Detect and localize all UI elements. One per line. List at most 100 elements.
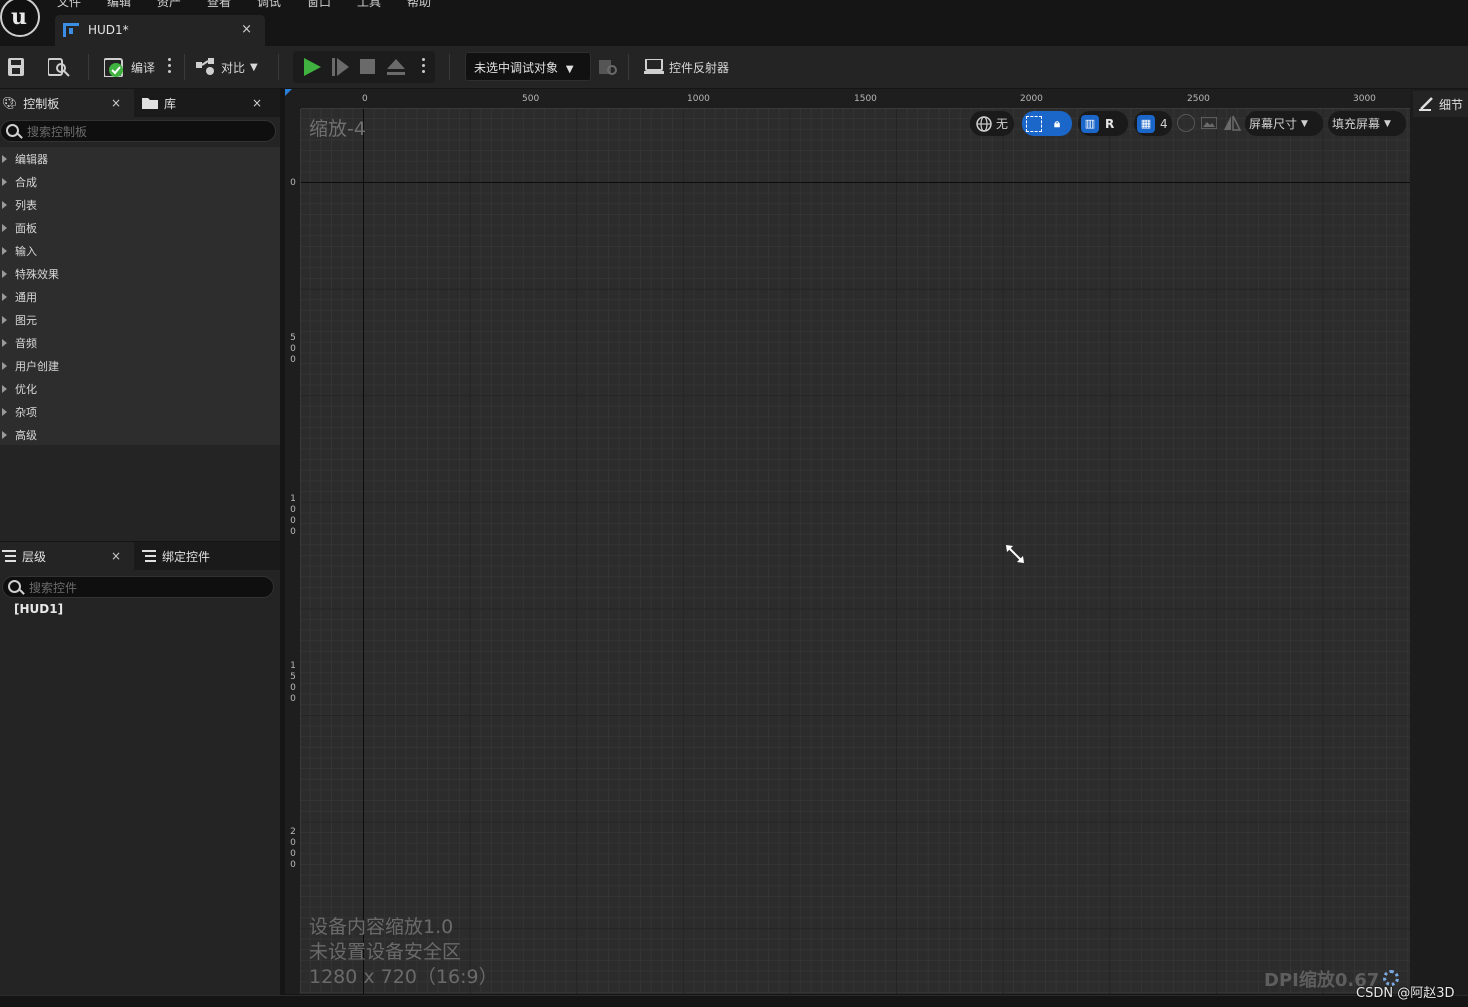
palette-category[interactable]: 高级 (0, 423, 280, 446)
category-label: 输入 (15, 244, 37, 258)
document-tab-close-icon[interactable]: × (241, 22, 252, 37)
palette-search-input[interactable]: 搜索控制板 (0, 120, 276, 142)
tab-bind-widgets[interactable]: 绑定控件 (136, 542, 280, 570)
palette-category[interactable]: 优化 (0, 377, 280, 400)
browse-asset-icon[interactable] (48, 57, 70, 77)
diff-button[interactable]: 对比 ▼ (196, 54, 258, 80)
pointer-outline-icon[interactable] (1177, 114, 1195, 132)
play-icon[interactable] (303, 58, 321, 76)
watermark: CSDN @阿赵3D (1356, 986, 1455, 1001)
origin-vertical-line (363, 109, 364, 994)
localization-preview-button[interactable]: 无 (970, 111, 1014, 136)
marquee-select-icon (1026, 115, 1042, 132)
palette-category[interactable]: 列表 (0, 193, 280, 216)
save-icon[interactable] (8, 58, 24, 76)
stop-icon[interactable] (360, 59, 376, 75)
palette-category[interactable]: 通用 (0, 285, 280, 308)
category-label: 通用 (15, 290, 37, 304)
hierarchy-root-item[interactable]: [HUD1] (14, 602, 63, 616)
zoom-level-label: 缩放-4 (309, 118, 366, 140)
menu-file[interactable]: 文件 (57, 0, 81, 10)
palette-category[interactable]: 图元 (0, 308, 280, 331)
widget-reflector-button[interactable]: 控件反射器 (644, 54, 729, 80)
compile-check-icon (104, 58, 123, 77)
widget-blueprint-icon (63, 23, 79, 37)
fill-screen-dropdown[interactable]: 填充屏幕 ▼ (1328, 111, 1406, 136)
expand-arrow-icon (2, 384, 7, 393)
compile-options-icon[interactable] (168, 58, 172, 76)
origin-horizontal-line (301, 182, 1410, 183)
library-tab-close-icon[interactable]: × (252, 96, 262, 110)
menu-edit[interactable]: 编辑 (107, 0, 131, 10)
expand-arrow-icon (2, 154, 7, 163)
ruler-label: 2500 (1187, 94, 1210, 104)
folder-icon (142, 98, 158, 109)
main-toolbar: 编译 对比 ▼ 未选中调试对象 ▼ 控件反射器 (0, 46, 1468, 88)
palette-category[interactable]: 特殊效果 (0, 262, 280, 285)
widget-reflector-icon (644, 59, 664, 74)
document-tab[interactable]: HUD1* × (55, 15, 265, 46)
ruler-label: 2000 (1020, 94, 1043, 104)
palette-category[interactable]: 编辑器 (0, 147, 280, 170)
grid-snap-toggle[interactable]: ▦ 4 (1134, 111, 1172, 136)
palette-category[interactable]: 合成 (0, 170, 280, 193)
palette-tab-strip: 🎨︎ 控制板 × 库 × (0, 89, 280, 117)
flip-icon[interactable] (1223, 115, 1241, 131)
palette-category[interactable]: 输入 (0, 239, 280, 262)
bind-widgets-icon (142, 550, 156, 562)
eject-icon[interactable] (387, 58, 405, 76)
hierarchy-tab-close-icon[interactable]: × (111, 549, 121, 563)
step-forward-icon[interactable] (331, 58, 349, 76)
palette-category[interactable]: 杂项 (0, 400, 280, 423)
debug-filter-icon[interactable] (599, 58, 617, 76)
menu-view[interactable]: 查看 (207, 0, 231, 10)
expand-arrow-icon (2, 246, 7, 255)
globe-icon (976, 115, 992, 132)
screen-size-dropdown[interactable]: 屏幕尺寸 ▼ (1245, 111, 1323, 136)
diff-label: 对比 (221, 60, 246, 75)
palette-category[interactable]: 音频 (0, 331, 280, 354)
menu-asset[interactable]: 资产 (157, 0, 181, 10)
palette-tab-label: 控制板 (23, 96, 60, 111)
resize-cursor-icon (1006, 545, 1024, 563)
layout-tools-toggle[interactable]: 🔒︎ (1022, 111, 1072, 136)
tab-details[interactable]: 细节 (1413, 91, 1468, 117)
details-tab-label: 细节 (1439, 97, 1464, 112)
category-label: 用户创建 (15, 359, 59, 373)
bind-widgets-tab-label: 绑定控件 (162, 549, 211, 564)
ruler-label: 1500 (290, 661, 296, 704)
category-label: 特殊效果 (15, 267, 59, 281)
hierarchy-search-input[interactable]: 搜索控件 (2, 576, 274, 598)
palette-tab-close-icon[interactable]: × (111, 96, 121, 110)
expand-arrow-icon (2, 223, 7, 232)
compile-button[interactable]: 编译 (104, 54, 155, 80)
hierarchy-search-placeholder: 搜索控件 (29, 581, 78, 595)
menu-tools[interactable]: 工具 (357, 0, 381, 10)
designer-grid[interactable] (301, 109, 1410, 994)
unreal-logo[interactable]: u (0, 0, 40, 37)
pencil-icon (1419, 97, 1433, 111)
respect-locks-toggle[interactable]: ▥ R (1078, 111, 1128, 136)
ruler-label: 500 (522, 94, 540, 104)
hierarchy-icon (2, 550, 16, 562)
play-options-icon[interactable] (422, 58, 426, 76)
category-label: 编辑器 (15, 152, 48, 166)
ruler-label: 0 (290, 178, 296, 188)
category-label: 面板 (15, 221, 37, 235)
palette-category[interactable]: 用户创建 (0, 354, 280, 377)
palette-category[interactable]: 面板 (0, 216, 280, 239)
palette-category-list: 编辑器 合成 列表 面板 输入 特殊效果 通用 图元 音频 用户创建 优化 杂项… (0, 147, 280, 445)
menu-help[interactable]: 帮助 (407, 0, 431, 10)
search-icon (6, 124, 19, 137)
toolbar-separator (628, 54, 629, 80)
library-tab-label: 库 (164, 96, 177, 111)
image-icon[interactable] (1201, 117, 1217, 129)
category-label: 合成 (15, 175, 37, 189)
ruler-label: 3000 (1353, 94, 1376, 104)
play-controls (293, 51, 435, 83)
chevron-down-icon: ▼ (1384, 118, 1391, 129)
hierarchy-tab-strip: 层级 × 绑定控件 (0, 542, 280, 570)
menu-debug[interactable]: 调试 (257, 0, 281, 10)
menu-window[interactable]: 窗口 (307, 0, 331, 10)
debug-object-select[interactable]: 未选中调试对象 ▼ (465, 52, 591, 81)
